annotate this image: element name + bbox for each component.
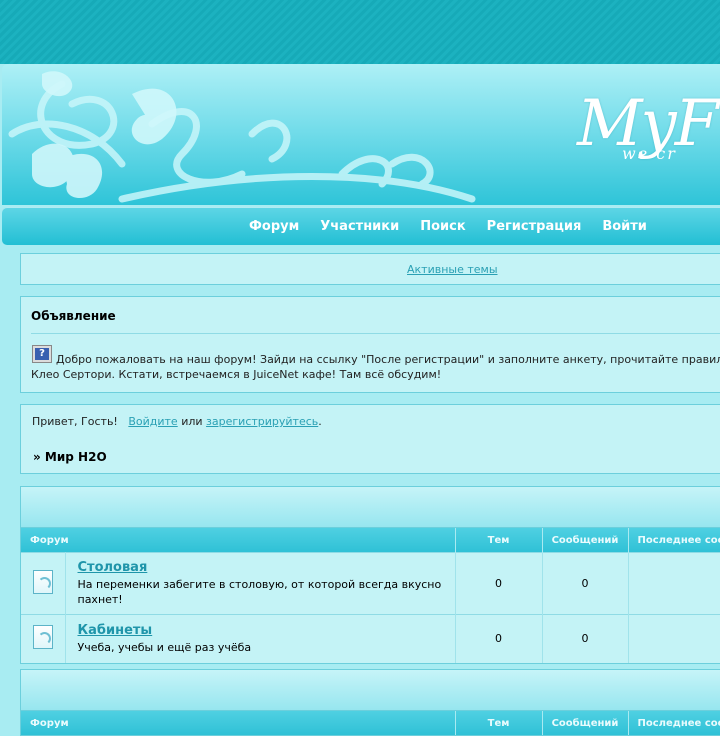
posts-count: 0 [542, 614, 629, 663]
col-last-post: Последнее сообщение [628, 528, 720, 553]
col-topics: Тем [455, 711, 543, 735]
table-row: Столовая На переменки забегите в столову… [21, 552, 720, 615]
main-navbar: Форум Участники Поиск Регистрация Войти [2, 207, 720, 245]
forum-table: Форум Тем Сообщений Последнее сообщение [21, 711, 720, 735]
last-post-cell [628, 552, 720, 615]
nav-register[interactable]: Регистрация [487, 219, 582, 234]
divider [31, 333, 720, 334]
announcement-text-line2: Клео Сертори. Кстати, встречаемся в Juic… [31, 368, 442, 381]
site-tagline: we cr [622, 144, 677, 163]
greeting-or: или [181, 415, 203, 428]
nav-members[interactable]: Участники [320, 219, 399, 234]
active-topics-link[interactable]: Активные темы [407, 263, 498, 276]
forum-link[interactable]: Столовая [78, 560, 454, 575]
col-posts: Сообщений [542, 528, 629, 553]
forum-category: Форум Тем Сообщений Последнее сообщение [20, 669, 720, 736]
col-forum: Форум [21, 711, 456, 735]
forum-category: Форум Тем Сообщений Последнее сообщение … [20, 486, 720, 664]
nav-menu: Форум Участники Поиск Регистрация Войти [249, 207, 668, 245]
greeting-suffix: . [318, 415, 322, 428]
col-topics: Тем [455, 528, 543, 553]
greeting-prefix: Привет, Гость! [32, 415, 118, 428]
greeting-panel: Привет, Гость! Войдите или зарегистрируй… [20, 404, 720, 474]
guest-greeting: Привет, Гость! Войдите или зарегистрируй… [32, 415, 322, 428]
announcement-text-line1: Добро пожаловать на наш форум! Зайди на … [56, 353, 720, 366]
top-strip [0, 0, 720, 64]
forum-icon [32, 570, 53, 594]
forum-table: Форум Тем Сообщений Последнее сообщение … [21, 528, 720, 663]
breadcrumb[interactable]: » Мир H2O [33, 450, 107, 464]
forum-link[interactable]: Кабинеты [78, 623, 454, 638]
register-link[interactable]: зарегистрируйтесь [206, 415, 318, 428]
nav-login[interactable]: Войти [602, 219, 647, 234]
posts-count: 0 [542, 552, 629, 615]
col-posts: Сообщений [542, 711, 629, 735]
table-row: Кабинеты Учеба, учебы и ещё раз учёба 0 … [21, 614, 720, 663]
active-topics-panel: Активные темы [20, 253, 720, 285]
nav-forum[interactable]: Форум [249, 219, 299, 234]
topics-count: 0 [455, 552, 543, 615]
question-icon: ? [32, 345, 52, 363]
category-header [21, 487, 720, 528]
nav-search[interactable]: Поиск [420, 219, 465, 234]
forum-description: Учеба, учебы и ещё раз учёба [77, 640, 252, 654]
forum-description: На переменки забегите в столовую, от кот… [77, 578, 442, 606]
col-last-post: Последнее сообщение [628, 711, 720, 735]
last-post-cell [628, 614, 720, 663]
login-link[interactable]: Войдите [128, 415, 177, 428]
forum-icon [32, 625, 53, 650]
announcement-title: Объявление [31, 309, 116, 323]
topics-count: 0 [455, 614, 543, 663]
announcement-panel: Объявление ? Добро пожаловать на наш фор… [20, 296, 720, 393]
header-banner: MyF we cr [2, 64, 720, 205]
col-forum: Форум [21, 528, 456, 553]
category-header [21, 670, 720, 711]
